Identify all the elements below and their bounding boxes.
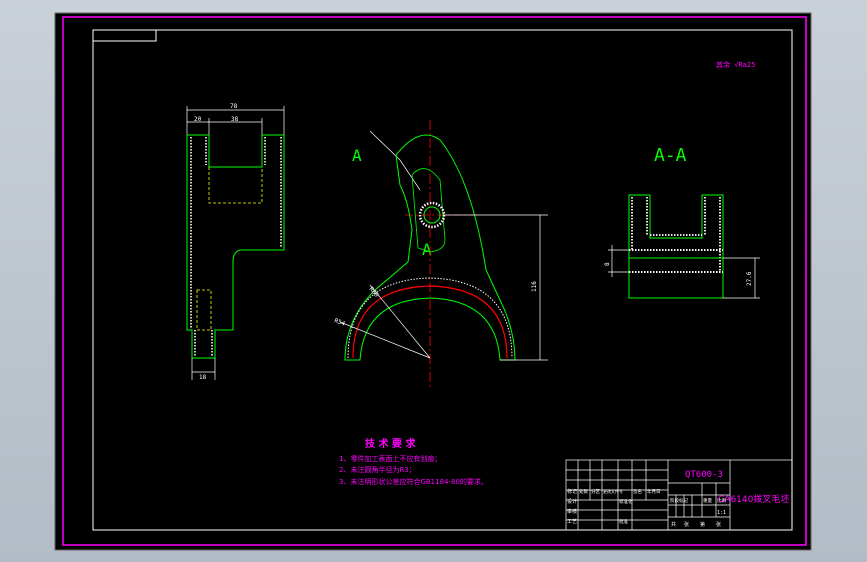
section-title: A-A <box>654 145 687 166</box>
tb-col-label-3: 更改文件号 <box>603 488 623 494</box>
tb-row-label-2: 设计 <box>567 498 577 505</box>
dim-overall-width: 78 <box>230 103 238 110</box>
roughness-note: 其余 √Ra25 <box>716 60 755 69</box>
tb-weight-label: 重量 <box>703 497 712 504</box>
tb-col-label-1: 处数 <box>579 488 588 495</box>
tb-sheet-total: 共 <box>671 521 676 528</box>
tb-stage-label: 阶段标记 <box>670 497 688 504</box>
tb-ratio-label: 比例 <box>717 497 726 504</box>
tb-sheet-unit-1: 张 <box>684 521 689 528</box>
tech-requirements-title: 技 术 要 求 <box>365 437 416 450</box>
tb-sheet-unit-2: 张 <box>716 521 721 528</box>
tech-requirement-1: 1、零件加工表面上不应有划痕； <box>339 454 441 463</box>
tb-std-label: 标准化 <box>619 498 633 505</box>
tech-requirement-3: 3、未注明形状公差应符合GB1184-80的要求。 <box>339 477 488 486</box>
cad-drawing-canvas: 其余 √Ra25 78 20 38 18 A A R60 R54 116 A-A… <box>54 12 812 551</box>
tb-row-label-1: 标记 <box>567 488 577 495</box>
dim-section-small: 8 <box>604 262 611 266</box>
part-name: CA6140拨叉毛坯 <box>718 493 789 505</box>
tb-approve-label: 批准 <box>619 518 628 525</box>
tb-sheet-index: 第 <box>700 521 705 528</box>
dim-height: 116 <box>531 281 538 292</box>
tb-row-label-3: 审核 <box>567 508 577 515</box>
tb-row-label-4: 工艺 <box>567 519 577 525</box>
dim-slot-width: 38 <box>231 116 239 123</box>
drawing-number: QT600-3 <box>685 470 723 480</box>
dim-left-width: 20 <box>194 116 202 123</box>
scale-value: 1:1 <box>717 510 726 516</box>
section-mark-a-top: A <box>352 146 362 165</box>
dim-base-width: 18 <box>199 374 207 381</box>
tb-col-label-2: 分区 <box>591 488 600 495</box>
tb-col-label-4: 签名 <box>633 488 642 495</box>
dim-section-height: 27.6 <box>746 271 753 286</box>
tb-col-label-5: 年月日 <box>647 488 661 495</box>
tech-requirement-2: 2、未注圆角半径为R3； <box>339 465 416 474</box>
